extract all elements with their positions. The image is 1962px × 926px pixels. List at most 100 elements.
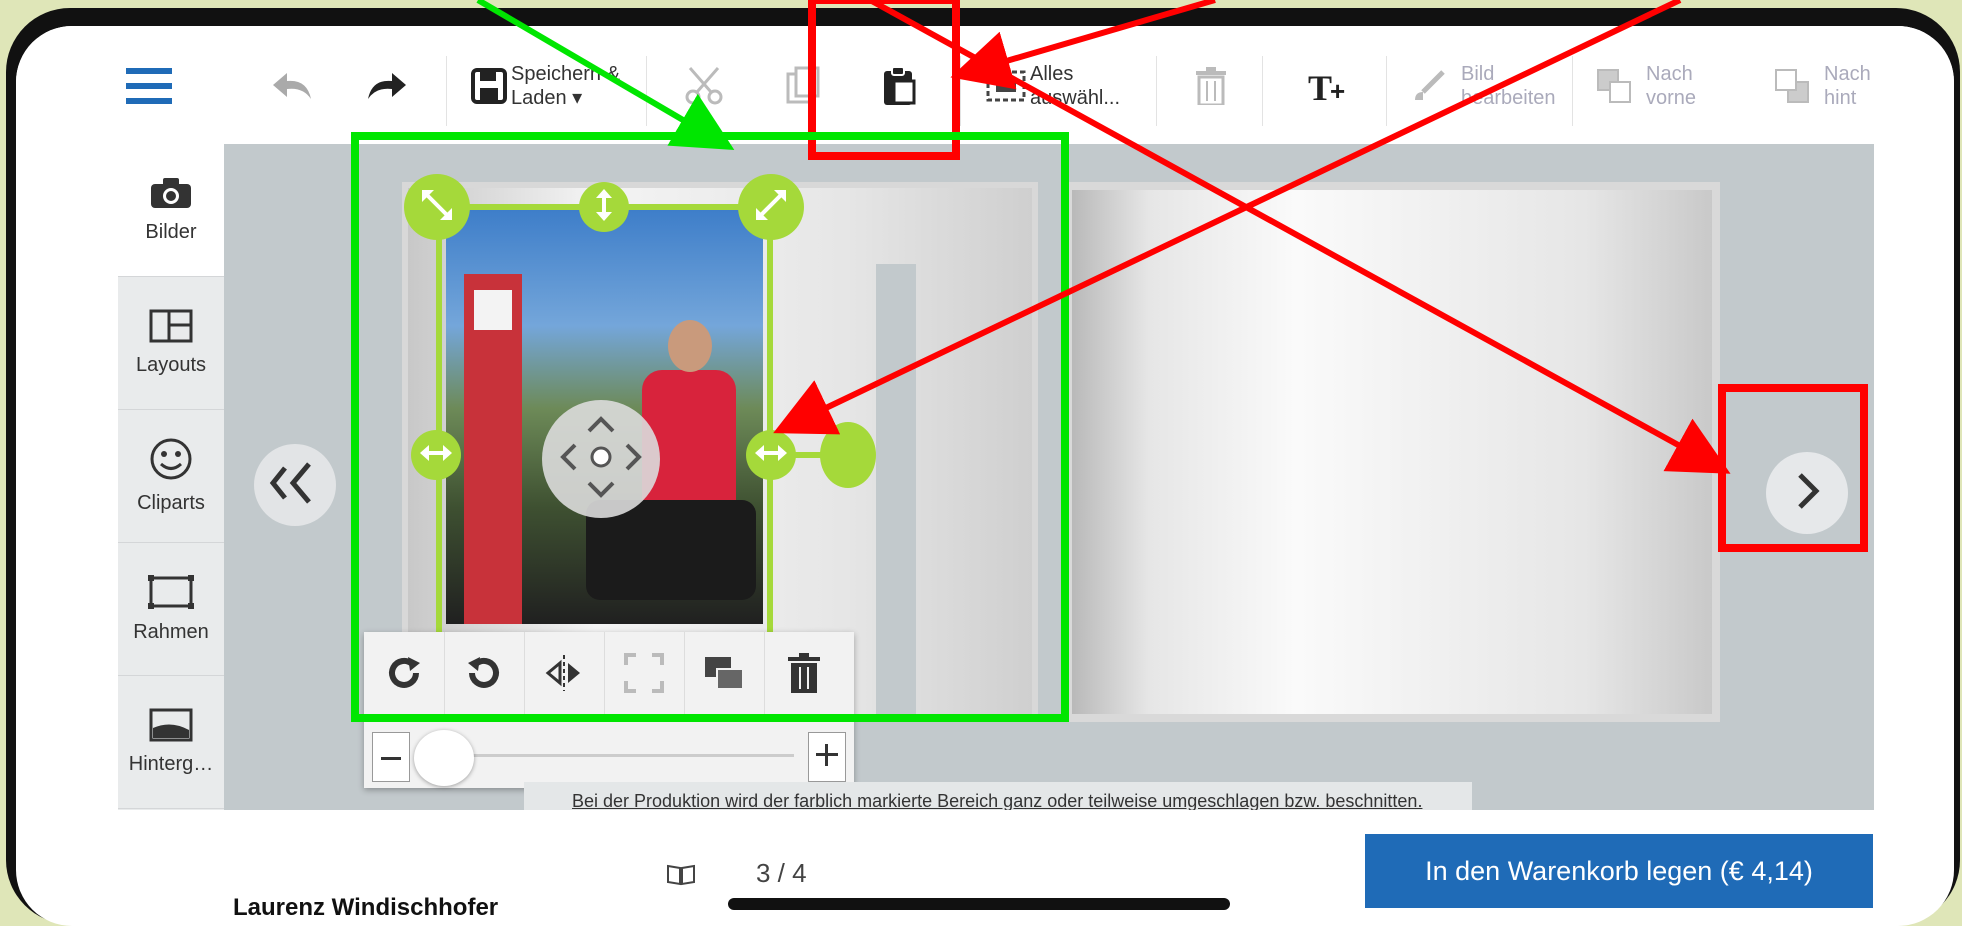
- add-to-cart-button[interactable]: In den Warenkorb legen (€ 4,14): [1365, 834, 1873, 908]
- bottom-bar: 3 / 4 In den Warenkorb legen (€ 4,14): [118, 810, 1874, 908]
- resize-handle-top[interactable]: [579, 182, 629, 232]
- undo-icon: [271, 69, 313, 103]
- home-indicator: [728, 898, 1230, 910]
- sidebar-item-hintergrund[interactable]: Hinterg…: [118, 676, 224, 809]
- sidebar-item-label: Rahmen: [133, 621, 209, 643]
- paste-button[interactable]: [882, 48, 918, 124]
- chevron-right-icon: [1792, 469, 1822, 518]
- page-indicator: 3 / 4: [756, 858, 807, 888]
- bring-forward-label-line2: vorne: [1646, 87, 1697, 109]
- sidebar: Bilder Layouts Cliparts Rahmen Hinterg…: [118, 144, 224, 810]
- phone-frame: Speichern & Laden ▾ Alles auswähl... T +…: [6, 8, 1960, 926]
- horizontal-resize-icon: [755, 443, 787, 468]
- save-label-line2: Laden ▾: [511, 87, 583, 109]
- delete-button[interactable]: [1196, 48, 1226, 124]
- sidebar-item-rahmen[interactable]: Rahmen: [118, 543, 224, 676]
- send-back-icon: [1774, 68, 1810, 104]
- menu-button[interactable]: [126, 48, 172, 124]
- paste-icon: [882, 65, 918, 107]
- swap-image-icon: [703, 653, 745, 698]
- hint-text: Bei der Produktion wird der farblich mar…: [572, 790, 1423, 811]
- bring-forward-icon: [1596, 68, 1632, 104]
- sidebar-item-cliparts[interactable]: Cliparts: [118, 410, 224, 543]
- svg-text:+: +: [1330, 76, 1345, 104]
- toolbar-separator: [1156, 56, 1157, 126]
- toolbar-separator: [960, 56, 961, 126]
- zoom-out-button[interactable]: [372, 732, 410, 782]
- select-all-button[interactable]: Alles auswähl...: [986, 48, 1120, 124]
- sidebar-item-label: Hinterg…: [128, 753, 214, 775]
- background-icon: [149, 708, 193, 747]
- copy-icon: [786, 66, 822, 106]
- edit-image-label-line1: Bild: [1461, 63, 1495, 85]
- redo-icon: [366, 69, 408, 103]
- add-text-button[interactable]: T +: [1308, 48, 1350, 124]
- smiley-icon: [149, 437, 193, 486]
- toolbar-separator: [646, 56, 647, 126]
- diagonal-resize-icon: [420, 188, 454, 227]
- delete-image-button[interactable]: [764, 632, 844, 718]
- camera-icon: [149, 176, 193, 215]
- flip-icon: [544, 653, 584, 698]
- fit-button[interactable]: [604, 632, 685, 718]
- next-page-button[interactable]: [1766, 452, 1848, 534]
- resize-handle-top-left[interactable]: [404, 174, 470, 240]
- canvas-gap: [876, 264, 916, 784]
- author-label: Laurenz Windischhofer: [233, 894, 499, 921]
- book-icon[interactable]: [666, 862, 696, 891]
- vertical-resize-icon: [594, 188, 614, 226]
- copy-button[interactable]: [786, 48, 822, 124]
- send-back-button[interactable]: Nach hint: [1774, 48, 1874, 124]
- redo-button[interactable]: [366, 48, 408, 124]
- save-label-line1: Speichern &: [511, 63, 620, 85]
- toolbar: Speichern & Laden ▾ Alles auswähl... T +…: [16, 26, 1954, 144]
- hamburger-icon: [126, 66, 172, 106]
- move-control[interactable]: [542, 400, 660, 518]
- send-back-label-line1: Nach: [1824, 63, 1871, 85]
- resize-handle-left[interactable]: [411, 430, 461, 480]
- resize-handle-top-right[interactable]: [738, 174, 804, 240]
- scissors-icon: [684, 66, 724, 106]
- trash-icon: [1196, 67, 1226, 105]
- resize-handle-right[interactable]: [746, 430, 796, 480]
- zoom-slider-track[interactable]: [424, 754, 794, 757]
- zoom-slider-knob[interactable]: [414, 730, 474, 786]
- bring-forward-label-line1: Nach: [1646, 63, 1693, 85]
- select-all-icon: [986, 68, 1026, 104]
- select-all-label-line1: Alles: [1030, 63, 1074, 85]
- image-edit-panel: [364, 632, 854, 788]
- double-chevron-left-icon: [265, 458, 325, 513]
- brush-icon: [1411, 68, 1447, 104]
- save-load-button[interactable]: Speichern & Laden ▾: [471, 48, 620, 124]
- select-all-label-line2: auswähl...: [1030, 87, 1121, 109]
- editor-canvas: Bei der Produktion wird der farblich mar…: [224, 144, 1874, 820]
- sidebar-item-label: Layouts: [135, 354, 207, 376]
- rotate-right-icon: [384, 653, 424, 698]
- fit-icon: [624, 652, 664, 698]
- sidebar-item-label: Cliparts: [137, 492, 205, 514]
- move-arrows-icon: [551, 407, 651, 512]
- right-page[interactable]: [1064, 182, 1720, 722]
- sidebar-item-layouts[interactable]: Layouts: [118, 277, 224, 410]
- bring-forward-button[interactable]: Nach vorne: [1596, 48, 1696, 124]
- rotate-handle[interactable]: [820, 422, 876, 488]
- flip-button[interactable]: [524, 632, 605, 718]
- plus-icon: [816, 743, 838, 771]
- cut-button[interactable]: [684, 48, 724, 124]
- rotate-left-button[interactable]: [444, 632, 525, 718]
- sidebar-item-bilder[interactable]: Bilder: [118, 144, 224, 277]
- save-icon: [471, 68, 507, 104]
- first-page-button[interactable]: [254, 444, 336, 526]
- panel-divider: [364, 718, 854, 719]
- undo-button[interactable]: [271, 48, 313, 124]
- swap-image-button[interactable]: [684, 632, 765, 718]
- toolbar-separator: [1572, 56, 1573, 126]
- horizontal-resize-icon: [420, 443, 452, 468]
- app-screen: Speichern & Laden ▾ Alles auswähl... T +…: [16, 26, 1954, 926]
- diagonal-resize-icon: [754, 188, 788, 227]
- rotate-right-button[interactable]: [364, 632, 445, 718]
- sidebar-item-label: Bilder: [145, 221, 197, 243]
- edit-image-button[interactable]: Bild bearbeiten: [1411, 48, 1556, 124]
- edit-image-label-line2: bearbeiten: [1461, 87, 1556, 109]
- zoom-in-button[interactable]: [808, 732, 846, 782]
